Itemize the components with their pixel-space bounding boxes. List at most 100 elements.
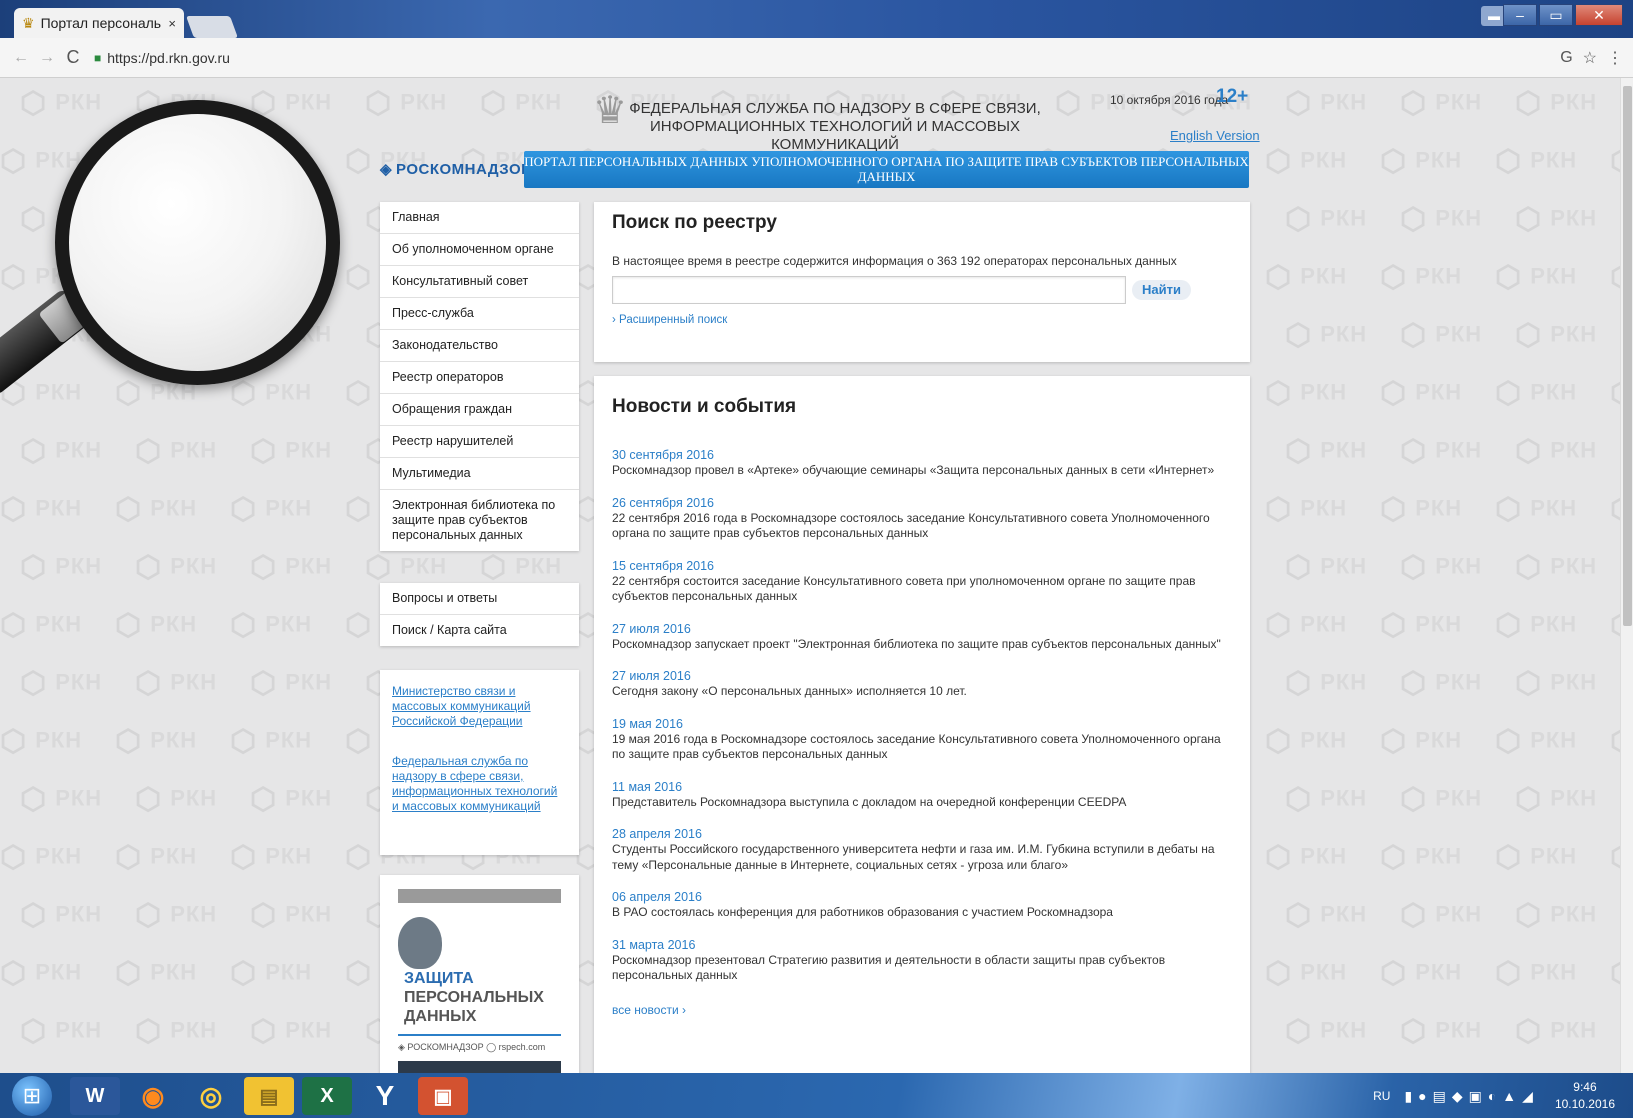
search-title: Поиск по реестру: [612, 212, 777, 233]
maximize-button[interactable]: ▭: [1539, 4, 1573, 26]
search-input[interactable]: [612, 276, 1126, 304]
browser-tab[interactable]: ♛ Портал персональн ×: [14, 8, 184, 38]
news-text: 22 сентября состоится заседание Консульт…: [612, 573, 1196, 604]
news-date-link[interactable]: 11 мая 2016: [612, 780, 1232, 795]
watermark-tile: РКН: [20, 550, 102, 585]
forward-icon[interactable]: →: [36, 49, 58, 67]
watermark-tile: РКН: [1285, 1014, 1367, 1049]
news-date-link[interactable]: 27 июля 2016: [612, 669, 1232, 684]
news-date-link[interactable]: 28 апреля 2016: [612, 827, 1232, 842]
menu-item-faq[interactable]: Вопросы и ответы: [380, 583, 579, 615]
watermark-tile: РКН: [135, 1014, 217, 1049]
find-button[interactable]: Найти: [1132, 280, 1191, 300]
reload-icon[interactable]: C: [62, 47, 84, 68]
tab-close-icon[interactable]: ×: [168, 16, 176, 31]
watermark-tile: РКН: [250, 898, 332, 933]
menu-item-home[interactable]: Главная: [380, 202, 579, 234]
watermark-tile: РКН: [1380, 608, 1462, 643]
menu-item-violators-registry[interactable]: Реестр нарушителей: [380, 426, 579, 458]
watermark-tile: РКН: [1380, 956, 1462, 991]
scrollbar-thumb[interactable]: [1623, 86, 1632, 626]
news-item: 30 сентября 2016 Роскомнадзор провел в «А…: [612, 448, 1232, 479]
language-indicator[interactable]: RU: [1373, 1089, 1390, 1103]
menu-item-advisory-council[interactable]: Консультативный совет: [380, 266, 579, 298]
windows-taskbar: ⊞ W ◉ ◎ ▤ X Y ▣ RU ▮●▤◆▣◐▲◢ 9:46 10.10.2…: [0, 1073, 1633, 1118]
close-window-button[interactable]: ✕: [1575, 4, 1623, 26]
watermark-tile: РКН: [480, 86, 562, 121]
menu-item-multimedia[interactable]: Мультимедиа: [380, 458, 579, 490]
news-date-link[interactable]: 26 сентября 2016: [612, 496, 1232, 511]
news-panel: Новости и события 30 сентября 2016 Роском…: [594, 376, 1250, 1076]
watermark-tile: РКН: [135, 434, 217, 469]
menu-item-about[interactable]: Об уполномоченном органе: [380, 234, 579, 266]
banner-title-line2: ПЕРСОНАЛЬНЫХ: [404, 989, 544, 1006]
federal-service-link[interactable]: Федеральная служба по надзору в сфере св…: [392, 754, 567, 814]
news-item: 19 мая 2016 19 мая 2016 года в Роскомнадз…: [612, 717, 1232, 763]
tray-icons[interactable]: ▮●▤◆▣◐▲◢: [1404, 1088, 1538, 1105]
app-taskbar-icon[interactable]: ▣: [418, 1077, 468, 1115]
banner-title-line3: ДАННЫХ: [404, 1008, 477, 1025]
watermark-tile: РКН: [230, 956, 312, 991]
watermark-tile: РКН: [1610, 724, 1620, 759]
minimize-button[interactable]: –: [1503, 4, 1537, 26]
menu-item-legislation[interactable]: Законодательство: [380, 330, 579, 362]
all-news-link[interactable]: все новости ›: [612, 1003, 686, 1017]
news-date-link[interactable]: 19 мая 2016: [612, 717, 1232, 732]
word-taskbar-icon[interactable]: W: [70, 1077, 120, 1115]
menu-item-press[interactable]: Пресс-служба: [380, 298, 579, 330]
english-version-link[interactable]: English Version: [1170, 128, 1260, 143]
page-scrollbar[interactable]: [1620, 78, 1633, 1073]
menu-item-sitemap[interactable]: Поиск / Карта сайта: [380, 615, 579, 646]
news-date-link[interactable]: 30 сентября 2016: [612, 448, 1232, 463]
portal-banner: ПОРТАЛ ПЕРСОНАЛЬНЫХ ДАННЫХ УПОЛНОМОЧЕННО…: [524, 151, 1249, 188]
menu-item-operators-registry[interactable]: Реестр операторов: [380, 362, 579, 394]
news-date-link[interactable]: 15 сентября 2016: [612, 559, 1232, 574]
news-text: В РАО состоялась конференция для работни…: [612, 905, 1113, 919]
watermark-tile: РКН: [20, 1014, 102, 1049]
news-date-link[interactable]: 31 марта 2016: [612, 938, 1232, 953]
watermark-tile: РКН: [1265, 492, 1347, 527]
watermark-tile: РКН: [1380, 260, 1462, 295]
banner-title-line1: ЗАЩИТА: [404, 970, 474, 987]
ministry-link[interactable]: Министерство связи и массовых коммуникац…: [392, 684, 567, 729]
news-date-link[interactable]: 27 июля 2016: [612, 622, 1232, 637]
rkn-logo[interactable]: РОСКОМНАДЗОР: [380, 160, 532, 178]
explorer-taskbar-icon[interactable]: ▤: [244, 1077, 294, 1115]
banner-title: ЗАЩИТА ПЕРСОНАЛЬНЫХ ДАННЫХ: [404, 969, 544, 1026]
excel-taskbar-icon[interactable]: X: [302, 1077, 352, 1115]
yandex-taskbar-icon[interactable]: Y: [360, 1077, 410, 1115]
url-field[interactable]: ■ https://pd.rkn.gov.ru: [88, 44, 1550, 72]
watermark-tile: РКН: [20, 782, 102, 817]
news-date-link[interactable]: 06 апреля 2016: [612, 890, 1232, 905]
news-text: Сегодня закону «О персональных данных» и…: [612, 684, 967, 698]
current-date: 10 октября 2016 года: [1110, 93, 1229, 107]
watermark-tile: РКН: [0, 492, 82, 527]
menu-item-citizen-appeals[interactable]: Обращения граждан: [380, 394, 579, 426]
translate-icon[interactable]: G: [1560, 49, 1572, 67]
news-item: 11 мая 2016 Представитель Роскомнадзора в…: [612, 780, 1232, 811]
advanced-search-link[interactable]: › Расширенный поиск: [612, 314, 1232, 326]
watermark-tile: РКН: [230, 376, 312, 411]
watermark-tile: РКН: [1610, 608, 1620, 643]
menu-dots-icon[interactable]: ⋮: [1607, 48, 1623, 68]
start-button[interactable]: ⊞: [12, 1076, 52, 1116]
clock-date: 10.10.2016: [1554, 1097, 1615, 1111]
watermark-tile: РКН: [1495, 376, 1577, 411]
back-icon[interactable]: ←: [10, 49, 32, 67]
menu-item-e-library[interactable]: Электронная библиотека по защите прав су…: [380, 490, 579, 551]
watermark-tile: РКН: [1610, 260, 1620, 295]
watermark-tile: РКН: [230, 840, 312, 875]
address-bar: ← → C ■ https://pd.rkn.gov.ru G ☆ ⋮: [0, 38, 1633, 78]
new-tab-button[interactable]: [185, 16, 239, 38]
pd-protection-banner[interactable]: ЗАЩИТА ПЕРСОНАЛЬНЫХ ДАННЫХ ◈ РОСКОМНАДЗО…: [380, 875, 579, 1101]
bookmark-star-icon[interactable]: ☆: [1583, 48, 1597, 68]
watermark-tile: РКН: [1495, 608, 1577, 643]
watermark-tile: РКН: [1515, 1014, 1597, 1049]
watermark-tile: РКН: [1610, 144, 1620, 179]
system-clock[interactable]: 9:46 10.10.2016: [1555, 1079, 1615, 1113]
chrome-taskbar-icon[interactable]: ◎: [186, 1077, 236, 1115]
watermark-tile: РКН: [1495, 492, 1577, 527]
news-item: 15 сентября 2016 22 сентября состоится за…: [612, 559, 1232, 605]
watermark-tile: РКН: [1285, 666, 1367, 701]
firefox-taskbar-icon[interactable]: ◉: [128, 1077, 178, 1115]
